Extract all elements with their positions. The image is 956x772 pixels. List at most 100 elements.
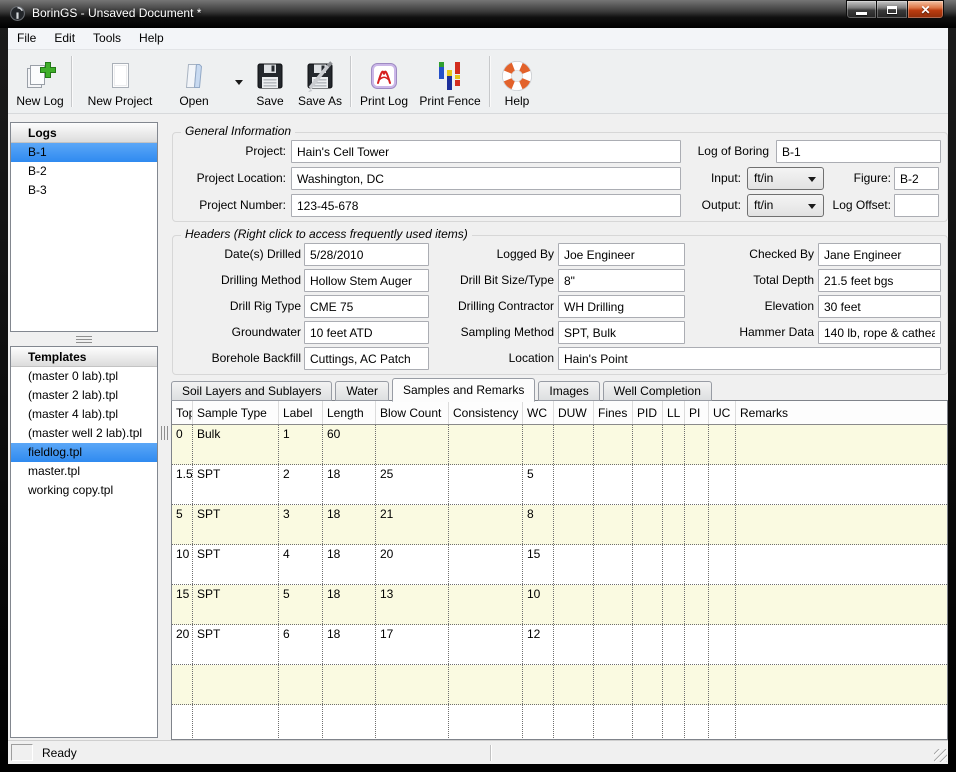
- tab-well-completion[interactable]: Well Completion: [603, 381, 712, 401]
- menu-edit[interactable]: Edit: [45, 28, 84, 49]
- log-item-b-2[interactable]: B-2: [11, 162, 157, 181]
- open-dropdown-arrow[interactable]: [231, 50, 247, 113]
- resize-grip[interactable]: [934, 749, 947, 762]
- toolbar-button-open[interactable]: Open: [165, 50, 223, 113]
- template-item-working-copy-tpl[interactable]: working copy.tpl: [11, 481, 157, 500]
- drill-rig-type-input[interactable]: [304, 295, 429, 318]
- template-item-master-0-lab-tpl[interactable]: (master 0 lab).tpl: [11, 367, 157, 386]
- cell: [554, 585, 594, 624]
- cell: [449, 585, 523, 624]
- column-header-pid[interactable]: PID: [633, 401, 663, 424]
- log-of-boring-input[interactable]: [776, 140, 941, 163]
- menu-help[interactable]: Help: [130, 28, 173, 49]
- template-item-master-4-lab-tpl[interactable]: (master 4 lab).tpl: [11, 405, 157, 424]
- table-row[interactable]: [172, 665, 947, 705]
- drill-bit-size-type-input[interactable]: [558, 269, 685, 292]
- toolbar-button-print-fence[interactable]: Print Fence: [414, 50, 486, 113]
- maximize-button[interactable]: [877, 0, 907, 19]
- column-header-ll[interactable]: LL: [663, 401, 685, 424]
- column-header-fines[interactable]: Fines: [594, 401, 633, 424]
- toolbar-button-save[interactable]: Save: [247, 50, 293, 113]
- cell: [523, 665, 554, 704]
- column-header-top[interactable]: Top: [172, 401, 193, 424]
- column-header-remarks[interactable]: Remarks: [736, 401, 947, 424]
- drilling-contractor-input[interactable]: [558, 295, 685, 318]
- table-row[interactable]: 1.5SPT218255: [172, 465, 947, 505]
- drilling-method-input[interactable]: [304, 269, 429, 292]
- cell: 15: [523, 545, 554, 584]
- sampling-method-input[interactable]: [558, 321, 685, 344]
- tab-images[interactable]: Images: [538, 381, 599, 401]
- cell: 1: [279, 425, 323, 464]
- column-header-consistency[interactable]: Consistency: [449, 401, 523, 424]
- toolbar-button-new-log[interactable]: New Log: [12, 50, 68, 113]
- borehole-backfill-input[interactable]: [304, 347, 429, 370]
- toolbar-button-save-as[interactable]: Save As: [293, 50, 347, 113]
- table-row[interactable]: 0Bulk160: [172, 425, 947, 465]
- table-row[interactable]: 10SPT4182015: [172, 545, 947, 585]
- minimize-button[interactable]: [846, 0, 877, 19]
- elevation-input[interactable]: [818, 295, 941, 318]
- template-item-master-well-2-lab-tpl[interactable]: (master well 2 lab).tpl: [11, 424, 157, 443]
- column-header-blow-count[interactable]: Blow Count: [376, 401, 449, 424]
- toolbar-button-print-log[interactable]: Print Log: [354, 50, 414, 113]
- sidebar-splitter[interactable]: [161, 426, 162, 440]
- logged-by-input[interactable]: [558, 243, 685, 266]
- cell: SPT: [193, 585, 279, 624]
- tab-soil-layers-and-sublayers[interactable]: Soil Layers and Sublayers: [171, 381, 332, 401]
- panel-splitter[interactable]: [10, 332, 158, 346]
- input-units-label: Input:: [621, 167, 741, 190]
- cell: [594, 465, 633, 504]
- toolbar-button-label: Print Fence: [419, 94, 480, 108]
- titlebar[interactable]: BorinGS - Unsaved Document * ✕: [0, 0, 956, 28]
- date-s-drilled-input[interactable]: [304, 243, 429, 266]
- cell: 60: [323, 425, 376, 464]
- table-row[interactable]: 15SPT5181310: [172, 585, 947, 625]
- tab-samples-and-remarks[interactable]: Samples and Remarks: [392, 378, 535, 402]
- close-button[interactable]: ✕: [907, 0, 944, 19]
- cell: [594, 545, 633, 584]
- tab-water[interactable]: Water: [335, 381, 389, 401]
- toolbar-button-label: Save As: [298, 94, 342, 108]
- template-item-master-tpl[interactable]: master.tpl: [11, 462, 157, 481]
- cell: [594, 505, 633, 544]
- groundwater-input[interactable]: [304, 321, 429, 344]
- figure-input[interactable]: [894, 167, 939, 190]
- hammer-data-input[interactable]: [818, 321, 941, 344]
- column-header-length[interactable]: Length: [323, 401, 376, 424]
- menu-file[interactable]: File: [8, 28, 45, 49]
- template-item-master-2-lab-tpl[interactable]: (master 2 lab).tpl: [11, 386, 157, 405]
- column-header-uc[interactable]: UC: [709, 401, 736, 424]
- column-header-pi[interactable]: PI: [685, 401, 709, 424]
- cell: [663, 545, 685, 584]
- print-log-icon: [368, 60, 400, 92]
- menu-tools[interactable]: Tools: [84, 28, 130, 49]
- save-icon: [254, 60, 286, 92]
- toolbar-separator: [71, 56, 72, 107]
- cell: [736, 585, 947, 624]
- table-row[interactable]: 5SPT318218: [172, 505, 947, 545]
- toolbar-button-new-project[interactable]: New Project: [75, 50, 165, 113]
- total-depth-input[interactable]: [818, 269, 941, 292]
- log-offset-input[interactable]: [894, 194, 939, 217]
- template-item-fieldlog-tpl[interactable]: fieldlog.tpl: [11, 443, 157, 462]
- log-item-b-3[interactable]: B-3: [11, 181, 157, 200]
- checked-by-input[interactable]: [818, 243, 941, 266]
- location-input[interactable]: [558, 347, 941, 370]
- column-header-duw[interactable]: DUW: [554, 401, 594, 424]
- cell: 3: [279, 505, 323, 544]
- log-item-b-1[interactable]: B-1: [11, 143, 157, 162]
- project-input[interactable]: [291, 140, 681, 163]
- table-row[interactable]: [172, 705, 947, 740]
- toolbar-button-help[interactable]: Help: [493, 50, 541, 113]
- cell: [633, 665, 663, 704]
- column-header-label[interactable]: Label: [279, 401, 323, 424]
- cell: [685, 545, 709, 584]
- cell: [554, 665, 594, 704]
- cell: [709, 425, 736, 464]
- cell: [172, 705, 193, 740]
- column-header-wc[interactable]: WC: [523, 401, 554, 424]
- table-row[interactable]: 20SPT6181712: [172, 625, 947, 665]
- cell: [594, 705, 633, 740]
- column-header-sample-type[interactable]: Sample Type: [193, 401, 279, 424]
